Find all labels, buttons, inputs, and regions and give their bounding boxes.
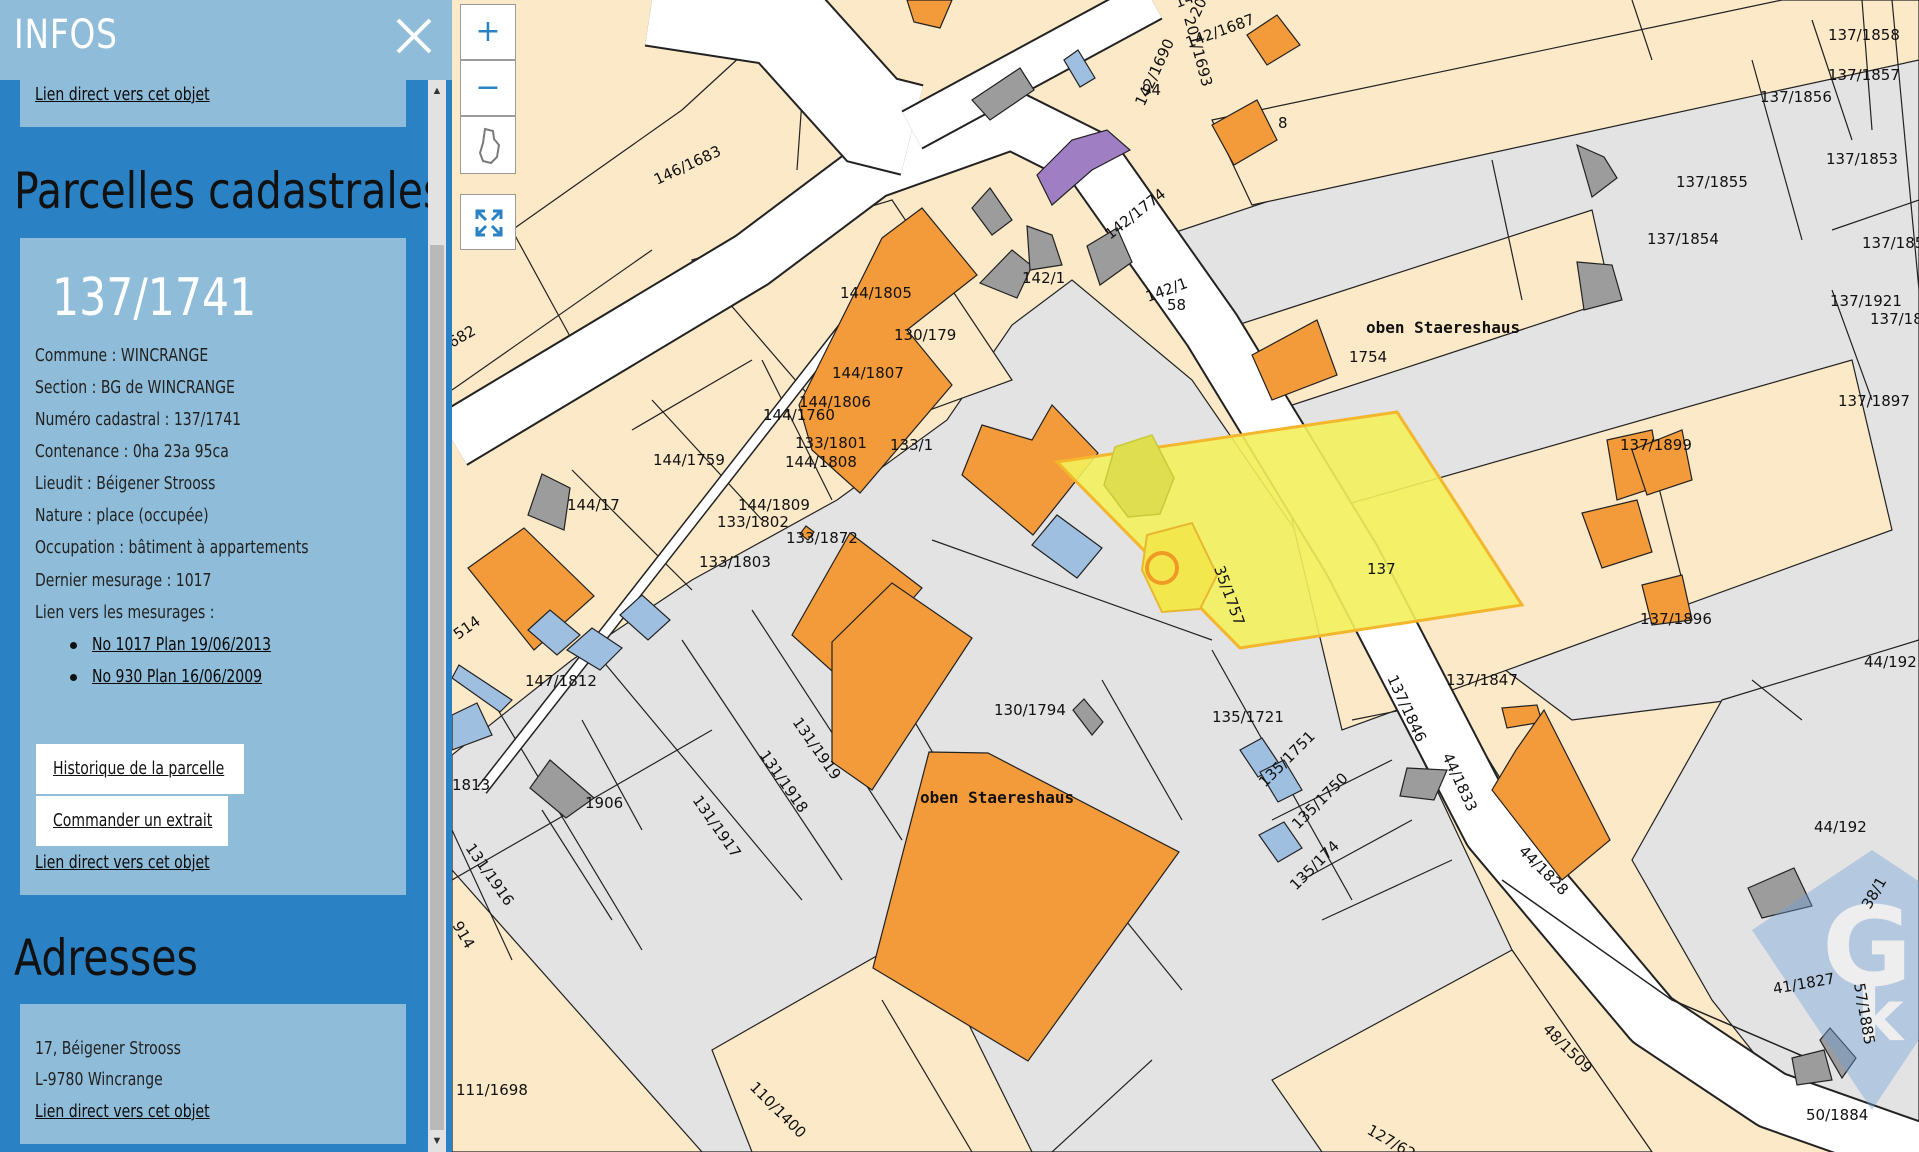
address-direct-link[interactable]: Lien direct vers cet objet [35, 1101, 210, 1122]
parcel-number-label: 137/1855 [1676, 173, 1748, 191]
parcel-number-label: 144/1760 [763, 406, 835, 424]
parcel-number-label: 130/179 [894, 326, 956, 344]
parcel-number-label: 137/185 [1862, 234, 1919, 252]
parcel-number-label: 1754 [1349, 348, 1387, 366]
cadastral-map[interactable]: G k 146/1683 144/1805 142/1687 137/1858 137/… [452, 0, 1919, 1152]
order-extract-button-label: Commander un extrait [53, 810, 213, 831]
parcel-number-label: 137/1853 [1826, 150, 1898, 168]
mesurage-link[interactable]: No 930 Plan 16/06/2009 [92, 666, 262, 687]
parcel-number-label: 94 [1142, 81, 1161, 99]
parcel-number-label: 1813 [452, 776, 490, 794]
parcel-number-label: 137/1847 [1446, 671, 1518, 689]
fullscreen-button[interactable] [460, 194, 516, 250]
close-icon [396, 18, 432, 54]
parcel-number-label: 144/1809 [738, 496, 810, 514]
sidebar-title: INFOS [14, 12, 118, 58]
parcel-numero: Numéro cadastral : 137/1741 [35, 409, 242, 430]
parcel-number-label: 682 [452, 322, 479, 352]
scroll-down-arrow-icon[interactable]: ▼ [428, 1132, 446, 1150]
luxembourg-shape-icon [478, 127, 501, 165]
parcel-number-label: 144/1807 [832, 364, 904, 382]
parcel-number-label: 137/1857 [1828, 66, 1900, 84]
place-name-label: oben Staereshaus [920, 788, 1074, 807]
minus-icon: − [475, 70, 501, 105]
parcel-number-label: 137/1899 [1620, 436, 1692, 454]
parcel-number-label: 8 [1278, 114, 1288, 132]
parcel-number-label: 44/192 [1814, 818, 1867, 836]
map-canvas[interactable]: G k 146/1683144/1805142/1687 137/1858137/… [452, 0, 1919, 1152]
parcel-nature: Nature : place (occupée) [35, 505, 209, 526]
top-card-direct-link[interactable]: Lien direct vers cet objet [35, 84, 210, 105]
parcel-number-label: 147/1812 [525, 672, 597, 690]
parcel-number-label: 514 [452, 612, 484, 643]
parcel-number-label: 133/1872 [786, 529, 858, 547]
address-section-heading: Adresses [14, 929, 198, 987]
parcel-occupation: Occupation : bâtiment à appartements [35, 537, 309, 558]
parcel-direct-link[interactable]: Lien direct vers cet objet [35, 852, 210, 873]
parcel-number-label: 144/17 [567, 496, 620, 514]
parcel-number-label: 144/1808 [785, 453, 857, 471]
parcel-number-label: 133/1802 [717, 513, 789, 531]
parcel-number-label: 111/1698 [456, 1081, 528, 1099]
info-sidebar: INFOS Lien direct vers cet objet Parcell… [0, 0, 452, 1152]
parcel-section-heading: Parcelles cadastrales [14, 162, 445, 220]
history-button-label: Historique de la parcelle [53, 758, 225, 779]
address-city: L-9780 Wincrange [35, 1069, 163, 1090]
list-bullet [70, 674, 77, 681]
parcel-number-label: 135/1721 [1212, 708, 1284, 726]
parcel-number-label: 137/1854 [1647, 230, 1719, 248]
parcel-number-label: 1906 [585, 794, 623, 812]
parcel-number-label: 130/1794 [994, 701, 1066, 719]
parcel-number-label: 133/1801 [795, 434, 867, 452]
history-button[interactable]: Historique de la parcelle [36, 744, 244, 794]
parcel-lieudit: Lieudit : Béigener Strooss [35, 473, 216, 494]
parcel-number-label: 44/192 [1864, 653, 1917, 671]
order-extract-button[interactable]: Commander un extrait [36, 796, 228, 846]
parcel-number-label: 137/1897 [1838, 392, 1910, 410]
parcel-number-label: 146/1683 [651, 142, 724, 189]
parcel-number-label: 144/1805 [840, 284, 912, 302]
zoom-in-button[interactable]: + [460, 4, 516, 60]
parcel-dernier-mesurage: Dernier mesurage : 1017 [35, 570, 212, 591]
sidebar-header: INFOS [0, 0, 452, 80]
parcel-number-label: 58 [1167, 296, 1186, 314]
parcel-number-label: 137/1858 [1828, 26, 1900, 44]
zoom-out-button[interactable]: − [460, 60, 516, 116]
scroll-up-arrow-icon[interactable]: ▲ [428, 82, 446, 100]
parcel-number-label: 137/1896 [1640, 610, 1712, 628]
parcel-contenance: Contenance : 0ha 23a 95ca [35, 441, 229, 462]
parcel-number-label: 144/1759 [653, 451, 725, 469]
parcel-number-label: 133/1 [890, 436, 933, 454]
parcel-number-label: 137 [1367, 560, 1396, 578]
parcel-number-label: 133/1803 [699, 553, 771, 571]
place-name-label: oben Staereshaus [1366, 318, 1520, 337]
address-street: 17, Béigener Strooss [35, 1038, 181, 1059]
list-bullet [70, 642, 77, 649]
parcel-number-label: 137/1921 [1830, 292, 1902, 310]
plus-icon: + [475, 14, 501, 49]
country-extent-button[interactable] [460, 116, 516, 174]
mesurage-link[interactable]: No 1017 Plan 19/06/2013 [92, 634, 271, 655]
parcel-commune: Commune : WINCRANGE [35, 345, 209, 366]
expand-icon [475, 209, 503, 237]
parcel-number-label: 137/1856 [1760, 88, 1832, 106]
parcel-number-label: 50/1884 [1806, 1106, 1868, 1124]
parcel-number-label: 137/18 [1870, 310, 1919, 328]
parcel-section: Section : BG de WINCRANGE [35, 377, 235, 398]
scrollbar-thumb[interactable] [430, 245, 444, 1130]
parcel-id: 137/1741 [52, 268, 257, 328]
close-button[interactable] [390, 12, 438, 60]
parcel-number-label: 142/1 [1022, 269, 1065, 287]
parcel-mesurages-label: Lien vers les mesurages : [35, 602, 215, 623]
